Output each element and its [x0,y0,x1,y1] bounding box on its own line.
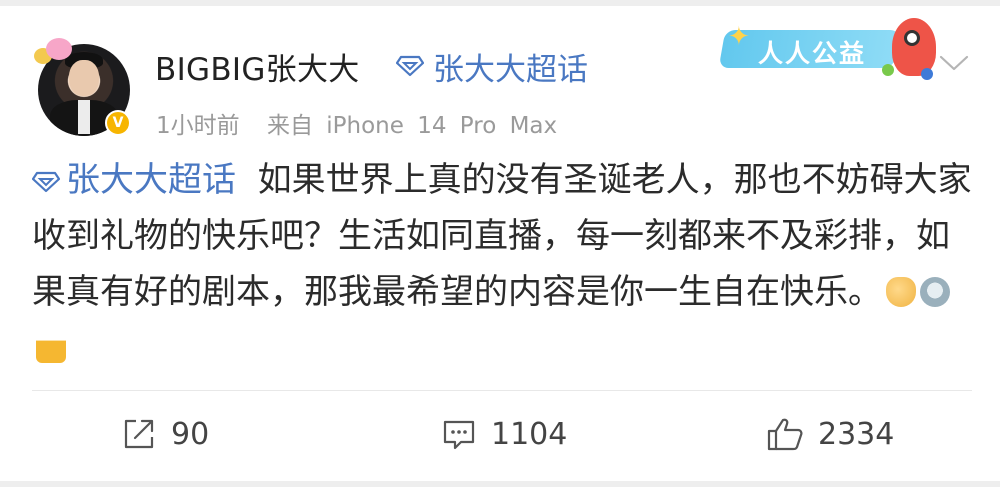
like-button[interactable]: 2334 [766,414,894,454]
post-topic-link[interactable]: 张大大超话 [31,160,236,200]
diamond-icon [31,171,61,193]
bottom-separator [0,481,1000,487]
beer-emoji-icon [36,333,66,363]
post-source: 来自 iPhone 14 Pro Max [266,113,558,139]
verified-badge-icon: V [105,110,131,136]
comment-button[interactable]: 1104 [441,414,567,454]
comment-icon [443,420,475,450]
repost-icon [124,419,154,449]
like-icon [767,418,803,451]
super-topic-link[interactable]: 张大大超话 [433,44,588,89]
post-topic-label: 张大大超话 [66,160,236,200]
top-separator [0,0,1000,6]
post-body: 张大大超话 如果世界上真的没有圣诞老人，那也不妨碍大家收到礼物的快乐吧？生活如同… [31,152,972,376]
repost-button[interactable]: 90 [121,414,209,454]
comment-count: 1104 [491,416,568,452]
chevron-down-icon[interactable] [938,50,970,74]
promo-badge[interactable]: ✦ 人人公益 [716,14,936,84]
promo-badge-label: 人人公益 [758,39,867,68]
avatar[interactable]: V [32,38,131,136]
avatar-pendant-icon [32,38,72,68]
repost-count: 90 [171,416,210,452]
divider [32,390,972,391]
robot-emoji-icon [920,277,950,307]
username[interactable]: BIGBIG张大大 [155,44,360,89]
like-count: 2334 [818,416,895,452]
diamond-icon [396,55,424,77]
pray-emoji-icon [886,277,916,307]
post-time: 1小时前 [156,113,240,139]
mascot-icon [892,18,936,76]
post-meta: 1小时前 来自 iPhone 14 Pro Max [156,106,557,140]
